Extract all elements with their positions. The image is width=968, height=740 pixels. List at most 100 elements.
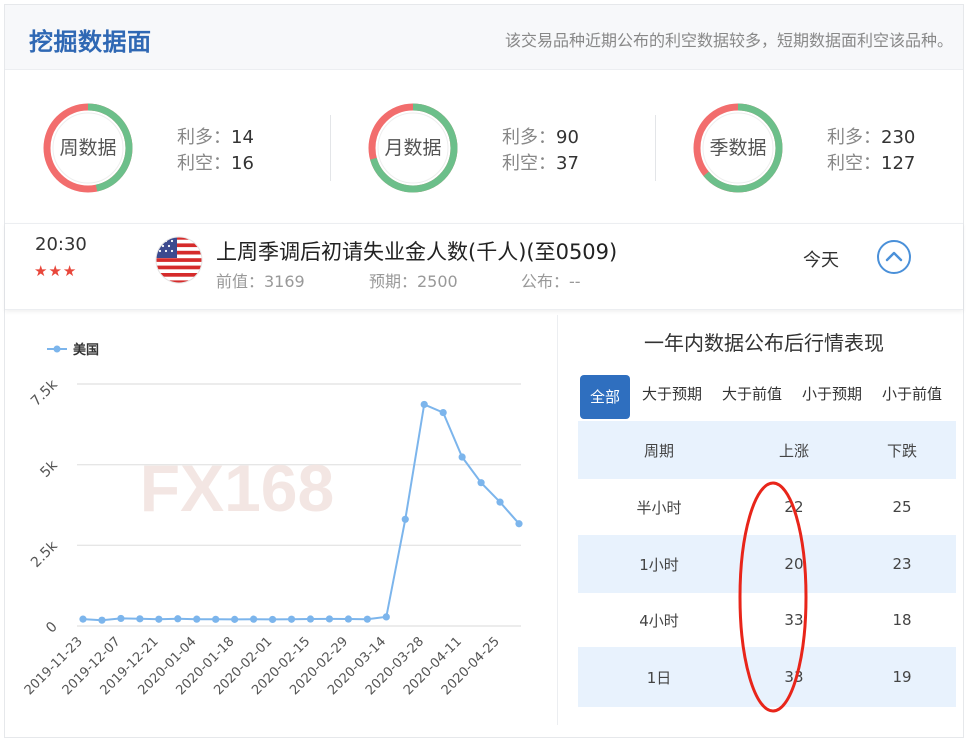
bear-label: 利空： <box>827 153 881 174</box>
panel-summary-note: 该交易品种近期公布的利空数据较多，短期数据面利空该品种。 <box>504 31 953 50</box>
table-header-row: 周期 上涨 下跌 <box>578 421 956 479</box>
data-point[interactable] <box>193 615 201 623</box>
performance-table: 周期 上涨 下跌 半小时 22 25 1小时 20 23 4小时 33 18 1… <box>578 421 956 707</box>
bear-label: 利空： <box>502 153 556 174</box>
tab-below-previous[interactable]: 小于前值 <box>872 371 952 417</box>
panel-divider <box>557 315 558 725</box>
data-mining-panel: 挖掘数据面 该交易品种近期公布的利空数据较多，短期数据面利空该品种。 周数据 利… <box>4 4 964 738</box>
y-tick-label: 2.5k <box>28 538 61 571</box>
data-point[interactable] <box>420 400 428 409</box>
quarterly-stats: 利多：230 利空：127 <box>827 125 915 177</box>
data-point[interactable] <box>117 614 125 623</box>
summary-row: 周数据 利多：14 利空：16 月数据 利多：90 利空：37 季数据 利多：2… <box>5 71 963 219</box>
us-flag-icon <box>155 236 203 284</box>
y-tick-label: 5k <box>37 457 61 481</box>
weekly-label: 周数据 <box>59 137 117 159</box>
data-point[interactable] <box>363 615 371 623</box>
data-point[interactable] <box>98 616 106 624</box>
data-point[interactable] <box>174 615 182 623</box>
down-count-cell: 19 <box>847 647 956 707</box>
data-point[interactable] <box>250 615 258 623</box>
legend-marker-icon <box>53 345 61 353</box>
bear-label: 利空： <box>177 153 231 174</box>
data-point[interactable] <box>458 453 466 461</box>
table-row: 半小时 22 25 <box>578 479 956 535</box>
up-count-cell: 22 <box>784 498 804 516</box>
line-chart: FX168 02.5k5k7.5k 2019-11-232019-12-0720… <box>22 342 523 698</box>
quarterly-summary: 季数据 利多：230 利空：127 <box>655 103 955 193</box>
down-count-cell: 25 <box>892 498 912 516</box>
bull-label: 利多： <box>177 127 231 148</box>
y-tick-label: 7.5k <box>28 376 61 409</box>
data-point[interactable] <box>155 615 163 623</box>
tab-below-forecast[interactable]: 小于预期 <box>792 371 872 417</box>
collapse-toggle-button[interactable] <box>877 240 911 274</box>
legend-label: 美国 <box>73 342 99 358</box>
event-time: 20:30 <box>35 234 87 255</box>
data-point[interactable] <box>515 520 523 528</box>
bear-count: 16 <box>231 153 254 174</box>
weekly-summary: 周数据 利多：14 利空：16 <box>5 103 305 193</box>
weekly-stats: 利多：14 利空：16 <box>177 125 254 177</box>
column-header-down: 下跌 <box>847 421 956 479</box>
data-point[interactable] <box>401 515 409 523</box>
period-cell: 1小时 <box>578 535 740 593</box>
event-title: 上周季调后初请失业金人数(千人)(至0509) <box>216 240 618 264</box>
data-point[interactable] <box>325 615 334 623</box>
bull-label: 利多： <box>502 127 556 148</box>
data-point[interactable] <box>268 615 277 624</box>
table-row: 1小时 20 23 <box>578 535 956 593</box>
data-point[interactable] <box>287 615 296 623</box>
bear-count: 127 <box>881 153 916 174</box>
table-row: 1日 33 19 <box>578 647 956 707</box>
panel-title: 挖掘数据面 <box>29 28 152 56</box>
actual-value: 公布：-- <box>521 272 581 291</box>
event-row[interactable]: 20:30 ★★★ 上周季调后初请失业金人数(千人)(至0509) 前值：316… <box>5 223 963 310</box>
panel-header: 挖掘数据面 该交易品种近期公布的利空数据较多，短期数据面利空该品种。 <box>5 5 963 70</box>
bull-count: 230 <box>881 127 916 148</box>
period-cell: 1日 <box>578 647 740 707</box>
monthly-label: 月数据 <box>384 137 442 159</box>
bull-count: 14 <box>231 127 254 148</box>
up-count-cell: 33 <box>784 611 804 629</box>
data-point[interactable] <box>231 615 239 623</box>
down-count-cell: 23 <box>847 535 956 593</box>
data-point[interactable] <box>382 613 390 621</box>
forecast-value: 预期：2500 <box>369 272 458 291</box>
table-row: 4小时 33 18 <box>578 593 956 647</box>
bull-label: 利多： <box>827 127 881 148</box>
monthly-summary: 月数据 利多：90 利空：37 <box>330 103 630 193</box>
period-cell: 4小时 <box>639 611 679 630</box>
data-point[interactable] <box>477 479 485 487</box>
event-date: 今天 <box>803 250 839 271</box>
performance-title: 一年内数据公布后行情表现 <box>644 331 884 355</box>
chevron-up-icon <box>885 251 903 262</box>
down-count-cell: 18 <box>892 611 912 629</box>
column-header-period: 周期 <box>578 421 740 479</box>
data-point[interactable] <box>344 615 352 623</box>
chart-legend[interactable]: 美国 <box>47 342 99 358</box>
tab-above-forecast[interactable]: 大于预期 <box>632 371 712 417</box>
previous-value: 前值：3169 <box>216 272 305 291</box>
up-count-cell: 20 <box>739 535 848 593</box>
tab-all[interactable]: 全部 <box>580 375 630 419</box>
bull-count: 90 <box>556 127 579 148</box>
tab-above-previous[interactable]: 大于前值 <box>712 371 792 417</box>
quarterly-label: 季数据 <box>709 137 767 159</box>
up-count-cell: 33 <box>739 647 848 707</box>
fx168-watermark: FX168 <box>140 451 334 525</box>
data-point[interactable] <box>212 615 220 623</box>
data-point[interactable] <box>136 615 144 623</box>
filter-tabs: 全部 大于预期 大于前值 小于预期 小于前值 <box>578 371 956 419</box>
monthly-stats: 利多：90 利空：37 <box>502 125 579 177</box>
data-point[interactable] <box>306 615 315 623</box>
data-point[interactable] <box>439 408 447 417</box>
bear-count: 37 <box>556 153 579 174</box>
y-tick-label: 0 <box>43 619 61 637</box>
period-cell: 半小时 <box>636 498 682 517</box>
importance-stars: ★★★ <box>34 262 78 280</box>
data-point[interactable] <box>79 615 87 623</box>
data-point[interactable] <box>496 498 504 506</box>
chart-panel: FX168 0 2.5k 5k 7.5k 2019-11-23 2019-12-07 20… <box>5 315 557 727</box>
column-header-up: 上涨 <box>739 421 848 479</box>
